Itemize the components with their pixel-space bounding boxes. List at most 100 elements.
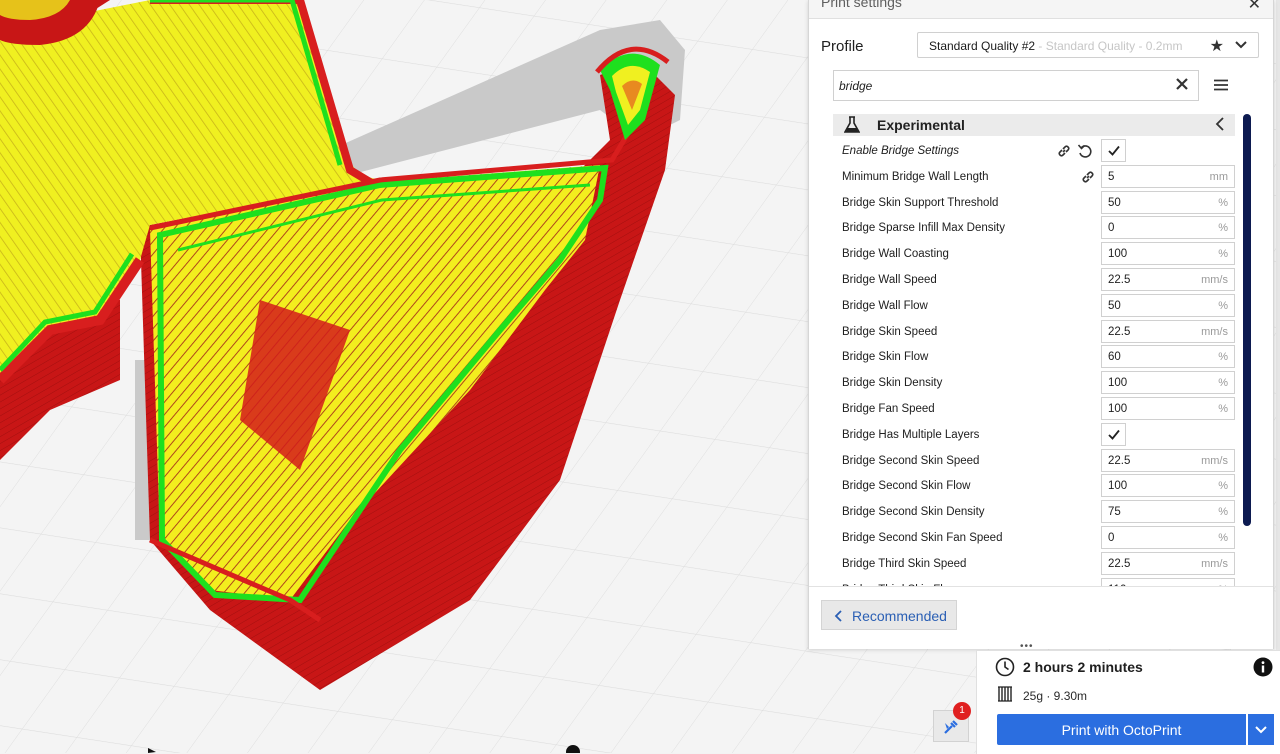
- panel-header: Print settings ✕: [809, 0, 1273, 19]
- setting-value-field[interactable]: 75%: [1101, 500, 1235, 524]
- setting-label: Bridge Second Skin Density: [842, 506, 985, 519]
- print-settings-panel: Print settings ✕ Profile Standard Qualit…: [808, 0, 1274, 649]
- setting-row: Bridge Second Skin Density 75%: [833, 499, 1239, 525]
- star-icon[interactable]: ★: [1210, 36, 1224, 56]
- material-usage: 25g · 9.30m: [1023, 689, 1088, 703]
- setting-unit: %: [1218, 196, 1228, 209]
- setting-row: Enable Bridge Settings: [833, 138, 1239, 164]
- setting-label: Bridge Second Skin Speed: [842, 454, 980, 467]
- print-options-dropdown[interactable]: [1248, 714, 1274, 745]
- setting-label: Bridge Third Skin Speed: [842, 557, 967, 570]
- setting-row: Minimum Bridge Wall Length 5 mm: [833, 164, 1239, 190]
- setting-value: 0: [1108, 532, 1115, 544]
- setting-checkbox[interactable]: [1101, 139, 1126, 162]
- setting-label: Bridge Wall Speed: [842, 274, 937, 286]
- checkmark-icon: [1108, 145, 1120, 156]
- setting-unit: %: [1218, 403, 1228, 415]
- setting-value-field[interactable]: 50%: [1101, 293, 1235, 317]
- setting-label: Bridge Skin Speed: [842, 325, 938, 338]
- setting-value: 50: [1108, 299, 1121, 312]
- setting-label: Bridge Fan Speed: [842, 403, 935, 415]
- panel-title: Print settings: [821, 0, 902, 10]
- profile-detail: - Standard Quality - 0.2mm: [1035, 39, 1183, 53]
- setting-row: Bridge Has Multiple Layers: [833, 422, 1239, 448]
- reset-icon[interactable]: [1077, 143, 1093, 159]
- setting-row: Bridge Second Skin Fan Speed 0%: [833, 525, 1239, 551]
- setting-value-field[interactable]: 100%: [1101, 474, 1235, 498]
- setting-value-field[interactable]: 22.5 mm/s: [1101, 268, 1235, 291]
- setting-label: Bridge Sparse Infill Max Density: [842, 222, 1005, 235]
- setting-value-field[interactable]: 60%: [1101, 345, 1235, 369]
- recommended-label: Recommended: [852, 608, 947, 624]
- setting-row: Bridge Second Skin Speed 22.5 mm/s: [833, 448, 1239, 474]
- setting-row: Bridge Third Skin Speed 22.5 mm/s: [833, 551, 1239, 577]
- right-edge-bar: [1276, 0, 1280, 650]
- setting-row: Bridge Second Skin Flow 100%: [833, 473, 1239, 499]
- setting-value-field[interactable]: 0%: [1101, 216, 1235, 240]
- setting-unit: mm/s: [1201, 557, 1228, 570]
- setting-label: Bridge Second Skin Fan Speed: [842, 532, 1003, 544]
- chevron-down-icon: [1255, 726, 1267, 734]
- setting-unit: mm/s: [1201, 325, 1228, 338]
- setting-value-field[interactable]: 50%: [1101, 190, 1235, 214]
- chevron-down-icon[interactable]: [1234, 38, 1248, 52]
- setting-label: Bridge Skin Support Threshold: [842, 196, 999, 209]
- hamburger-menu-icon[interactable]: [1214, 79, 1228, 91]
- print-time: 2 hours 2 minutes: [1023, 659, 1143, 675]
- setting-value: 22.5: [1108, 454, 1131, 467]
- setting-value-field[interactable]: 100%: [1101, 242, 1235, 266]
- setting-label: Bridge Wall Flow: [842, 299, 928, 312]
- setting-unit: mm/s: [1201, 274, 1228, 286]
- setting-row: Bridge Wall Coasting 100%: [833, 241, 1239, 267]
- recommended-button[interactable]: Recommended: [821, 600, 957, 630]
- setting-value: 100: [1108, 403, 1128, 415]
- settings-search-box: [833, 70, 1199, 101]
- chevron-left-icon[interactable]: [1215, 117, 1225, 131]
- settings-search-input[interactable]: [837, 75, 1161, 97]
- setting-value: 5: [1108, 170, 1115, 183]
- setting-label: Minimum Bridge Wall Length: [842, 170, 989, 183]
- profile-label: Profile: [821, 38, 864, 55]
- print-with-octoprint-button[interactable]: Print with OctoPrint: [997, 714, 1246, 745]
- setting-row: Bridge Skin Support Threshold 50%: [833, 190, 1239, 216]
- setting-value-field[interactable]: 22.5 mm/s: [1101, 448, 1235, 472]
- setting-checkbox[interactable]: [1101, 422, 1126, 446]
- setting-row: Bridge Wall Flow 50%: [833, 293, 1239, 319]
- flask-icon: [844, 116, 860, 133]
- setting-value-field[interactable]: 100%: [1101, 371, 1235, 395]
- setting-unit: %: [1218, 377, 1228, 390]
- link-icon[interactable]: [1057, 144, 1071, 158]
- clock-icon: [995, 657, 1015, 677]
- setting-row: Bridge Skin Flow 60%: [833, 344, 1239, 370]
- profile-select[interactable]: Standard Quality #2 - Standard Quality -…: [917, 32, 1259, 58]
- setting-unit: mm: [1209, 170, 1228, 183]
- setting-value: 100: [1108, 377, 1128, 390]
- setting-value: 22.5: [1108, 274, 1131, 286]
- setting-value: 0: [1108, 222, 1115, 235]
- scrollbar[interactable]: [1243, 114, 1251, 526]
- setting-label: Enable Bridge Settings: [842, 145, 959, 157]
- setting-unit: mm/s: [1201, 454, 1228, 467]
- setting-row: Bridge Fan Speed 100%: [833, 396, 1239, 422]
- setting-label: Bridge Second Skin Flow: [842, 480, 971, 493]
- clear-search-icon[interactable]: [1174, 76, 1190, 92]
- section-header-experimental[interactable]: Experimental: [833, 114, 1235, 136]
- setting-value-field[interactable]: 22.5 mm/s: [1101, 551, 1235, 575]
- setting-value-field[interactable]: 5 mm: [1101, 164, 1235, 188]
- settings-list[interactable]: Enable Bridge Settings Minimum Bridge Wal…: [833, 138, 1239, 588]
- close-icon[interactable]: ✕: [1248, 0, 1261, 14]
- setting-label: Bridge Skin Flow: [842, 351, 929, 364]
- info-icon[interactable]: [1253, 657, 1273, 677]
- notification-badge: 1: [953, 702, 971, 720]
- setting-value: 60: [1108, 351, 1121, 364]
- setting-row: Bridge Wall Speed 22.5 mm/s: [833, 267, 1239, 293]
- print-button-label: Print with OctoPrint: [1061, 722, 1182, 738]
- setting-value-field[interactable]: 0%: [1101, 526, 1235, 549]
- filament-icon: [998, 686, 1012, 702]
- setting-value-field[interactable]: 100%: [1101, 397, 1235, 420]
- panel-footer: Recommended: [809, 586, 1273, 649]
- link-icon[interactable]: [1081, 170, 1095, 184]
- setting-value-field[interactable]: 22.5 mm/s: [1101, 319, 1235, 343]
- setting-value: 100: [1108, 480, 1128, 493]
- setting-value: 100: [1108, 248, 1128, 261]
